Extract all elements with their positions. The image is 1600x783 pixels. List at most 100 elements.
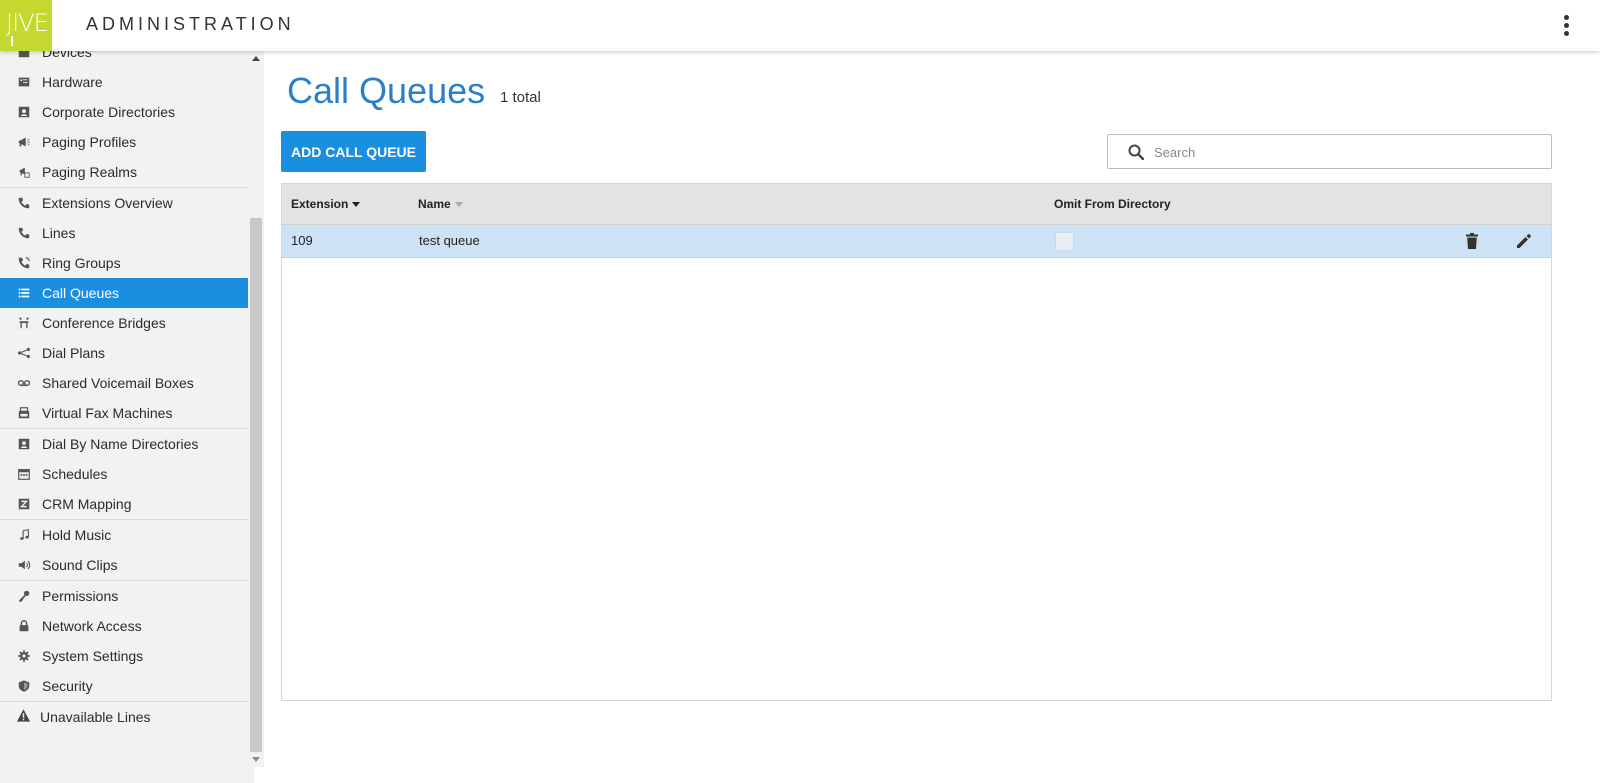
sidebar-group: Hold Music Sound Clips xyxy=(0,520,254,581)
unavailable-lines-label: Unavailable Lines xyxy=(40,709,151,725)
search-input[interactable] xyxy=(1154,142,1534,162)
sidebar-item-ring-groups[interactable]: Ring Groups xyxy=(0,248,254,278)
conference-icon xyxy=(16,315,32,331)
sidebar-item-label: Call Queues xyxy=(42,285,120,301)
speaker-icon xyxy=(16,557,32,573)
gear-icon xyxy=(16,648,32,664)
column-header-extension[interactable]: Extension xyxy=(291,197,361,211)
calendar-icon xyxy=(16,466,32,482)
add-call-queue-button[interactable]: ADD CALL QUEUE xyxy=(281,131,426,172)
crm-z-icon xyxy=(16,496,32,512)
sidebar-item-permissions[interactable]: Permissions xyxy=(0,581,254,611)
sidebar-item-label: Shared Voicemail Boxes xyxy=(42,375,194,391)
sidebar-item-hold-music[interactable]: Hold Music xyxy=(0,520,254,550)
sidebar-group: Dial By Name Directories Schedules CRM Map… xyxy=(0,429,254,520)
devices-icon xyxy=(16,51,32,60)
share-icon xyxy=(16,345,32,361)
contact-card-icon xyxy=(16,436,32,452)
list-icon xyxy=(16,285,32,301)
sidebar-item-label: Security xyxy=(42,678,93,694)
sidebar-item-conference-bridges[interactable]: Conference Bridges xyxy=(0,308,254,338)
sort-icon xyxy=(454,202,463,208)
sidebar-item-schedules[interactable]: Schedules xyxy=(0,459,254,489)
total-count: 1 total xyxy=(500,89,541,106)
key-icon xyxy=(16,588,32,604)
sidebar-item-corporate-directories[interactable]: Corporate Directories xyxy=(0,97,254,127)
kebab-menu-icon[interactable] xyxy=(1560,15,1572,41)
voicemail-icon xyxy=(16,375,32,391)
sidebar-item-label: Extensions Overview xyxy=(42,195,173,211)
sidebar-item-label: Virtual Fax Machines xyxy=(42,405,173,421)
sidebar-item-label: Network Access xyxy=(42,618,142,634)
cell-extension: 109 xyxy=(291,233,313,248)
table-row[interactable]: 109 test queue xyxy=(282,225,1551,258)
hardware-icon xyxy=(16,74,32,90)
sidebar-group: Permissions Network Access System Settings… xyxy=(0,581,254,702)
sidebar-scrollbar-thumb[interactable] xyxy=(250,218,262,752)
search-box[interactable] xyxy=(1107,134,1552,169)
call-queues-table: Extension Name Omit From Directory 109 t… xyxy=(281,183,1552,701)
cell-name: test queue xyxy=(419,233,480,248)
pencil-edit-icon[interactable] xyxy=(1515,232,1533,250)
sidebar-item-label: Hold Music xyxy=(42,527,112,543)
scroll-up-arrow-icon[interactable] xyxy=(252,56,260,61)
app-title: ADMINISTRATION xyxy=(86,14,295,34)
sidebar-item-label: Dial By Name Directories xyxy=(42,436,199,452)
sidebar-item-paging-realms[interactable]: Paging Realms xyxy=(0,157,254,187)
sidebar-item-label: Lines xyxy=(42,225,76,241)
top-header: JIVE ADMINISTRATION xyxy=(0,0,1600,51)
sidebar-item-dial-by-name-directories[interactable]: Dial By Name Directories xyxy=(0,429,254,459)
megaphone-icon xyxy=(16,134,32,150)
logo-stem xyxy=(11,36,13,46)
phone-icon xyxy=(16,225,32,241)
sidebar-item-label: Paging Realms xyxy=(42,164,137,180)
sidebar-item-crm-mapping[interactable]: CRM Mapping xyxy=(0,489,254,519)
sidebar-item-label: Conference Bridges xyxy=(42,315,166,331)
paging-realm-icon xyxy=(16,164,32,180)
sidebar-item-extensions-overview[interactable]: Extensions Overview xyxy=(0,188,254,218)
ring-group-icon xyxy=(16,255,32,271)
shield-icon xyxy=(16,678,32,694)
sidebar-item-shared-voicemail-boxes[interactable]: Shared Voicemail Boxes xyxy=(0,368,254,398)
sidebar-item-label: Ring Groups xyxy=(42,255,121,271)
page-title: Call Queues xyxy=(287,70,486,111)
sidebar-item-label: Paging Profiles xyxy=(42,134,137,150)
logo-text: JIVE xyxy=(6,9,49,37)
sidebar-item-lines[interactable]: Lines xyxy=(0,218,254,248)
sidebar-item-devices[interactable]: Devices xyxy=(0,51,254,67)
sidebar-item-virtual-fax-machines[interactable]: Virtual Fax Machines xyxy=(0,398,254,428)
sidebar-item-label: Corporate Directories xyxy=(42,104,176,120)
sidebar-item-label: Devices xyxy=(42,51,92,60)
column-header-name[interactable]: Name xyxy=(418,197,463,211)
sidebar-item-label: Permissions xyxy=(42,588,119,604)
fax-icon xyxy=(16,405,32,421)
contact-card-icon xyxy=(16,104,32,120)
sidebar: Devices Hardware Corporate Directories Pagi… xyxy=(0,51,254,783)
unavailable-lines-link[interactable]: Unavailable Lines xyxy=(0,702,254,732)
sidebar-item-paging-profiles[interactable]: Paging Profiles xyxy=(0,127,254,157)
search-icon xyxy=(1128,144,1144,160)
sidebar-item-label: Dial Plans xyxy=(42,345,106,361)
warning-icon xyxy=(16,708,31,726)
sidebar-item-sound-clips[interactable]: Sound Clips xyxy=(0,550,254,580)
jive-logo[interactable]: JIVE xyxy=(0,0,52,51)
sidebar-item-label: Schedules xyxy=(42,466,108,482)
trash-icon[interactable] xyxy=(1463,232,1481,250)
sidebar-item-security[interactable]: Security xyxy=(0,671,254,701)
sidebar-group: Extensions Overview Lines Ring Groups Call … xyxy=(0,188,254,429)
music-note-icon xyxy=(16,527,32,543)
sidebar-item-network-access[interactable]: Network Access xyxy=(0,611,254,641)
sidebar-item-call-queues[interactable]: Call Queues xyxy=(0,278,254,308)
sidebar-item-system-settings[interactable]: System Settings xyxy=(0,641,254,671)
column-label: Omit From Directory xyxy=(1054,197,1171,211)
omit-from-directory-checkbox[interactable] xyxy=(1055,232,1074,251)
sidebar-item-label: Hardware xyxy=(42,74,103,90)
column-label: Name xyxy=(418,197,451,211)
sidebar-item-dial-plans[interactable]: Dial Plans xyxy=(0,338,254,368)
sidebar-item-label: Sound Clips xyxy=(42,557,118,573)
scroll-down-arrow-icon[interactable] xyxy=(252,757,260,762)
sort-desc-icon xyxy=(352,202,361,208)
column-label: Extension xyxy=(291,197,349,211)
phone-icon xyxy=(16,195,32,211)
sidebar-item-hardware[interactable]: Hardware xyxy=(0,67,254,97)
